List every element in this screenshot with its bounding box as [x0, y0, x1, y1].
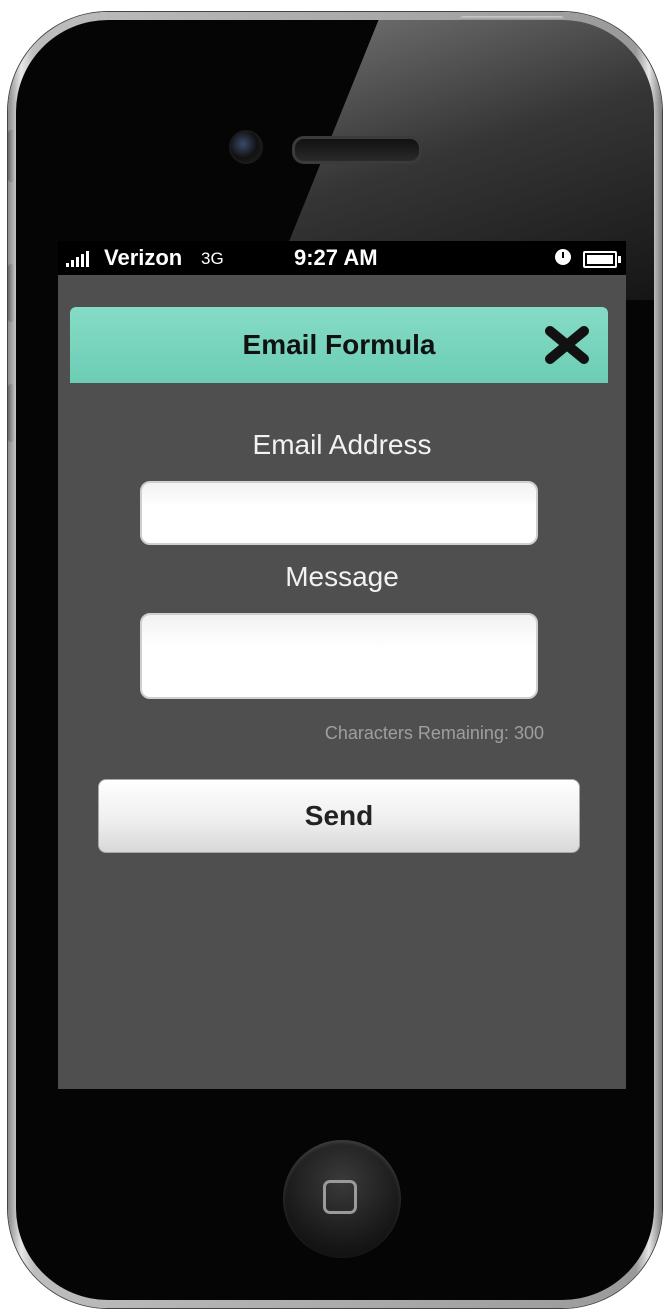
email-address-label: Email Address: [252, 429, 432, 460]
mute-switch[interactable]: [8, 130, 16, 182]
screen: Verizon 3G 9:27 AM Email Formula Email A…: [58, 241, 626, 1089]
battery-icon: [583, 251, 621, 268]
alarm-icon: [555, 249, 571, 265]
home-button[interactable]: [283, 1140, 401, 1258]
close-icon[interactable]: [544, 325, 590, 365]
email-address-input[interactable]: [140, 481, 538, 545]
home-icon: [323, 1180, 357, 1214]
characters-remaining: Characters Remaining: 300: [324, 723, 544, 743]
earpiece-speaker: [292, 136, 422, 164]
send-button[interactable]: Send: [98, 779, 580, 853]
status-bar: Verizon 3G 9:27 AM: [58, 241, 626, 275]
front-camera: [229, 130, 263, 164]
message-label: Message: [285, 561, 399, 592]
signal-icon: [66, 251, 89, 267]
dialog-header: Email Formula: [70, 307, 608, 383]
volume-up-button[interactable]: [8, 264, 16, 322]
dialog-title: Email Formula: [242, 329, 436, 360]
message-input[interactable]: [140, 613, 538, 699]
status-time: 9:27 AM: [294, 245, 378, 270]
volume-down-button[interactable]: [8, 384, 16, 442]
network-type: 3G: [201, 249, 224, 268]
carrier-name: Verizon: [104, 245, 183, 270]
